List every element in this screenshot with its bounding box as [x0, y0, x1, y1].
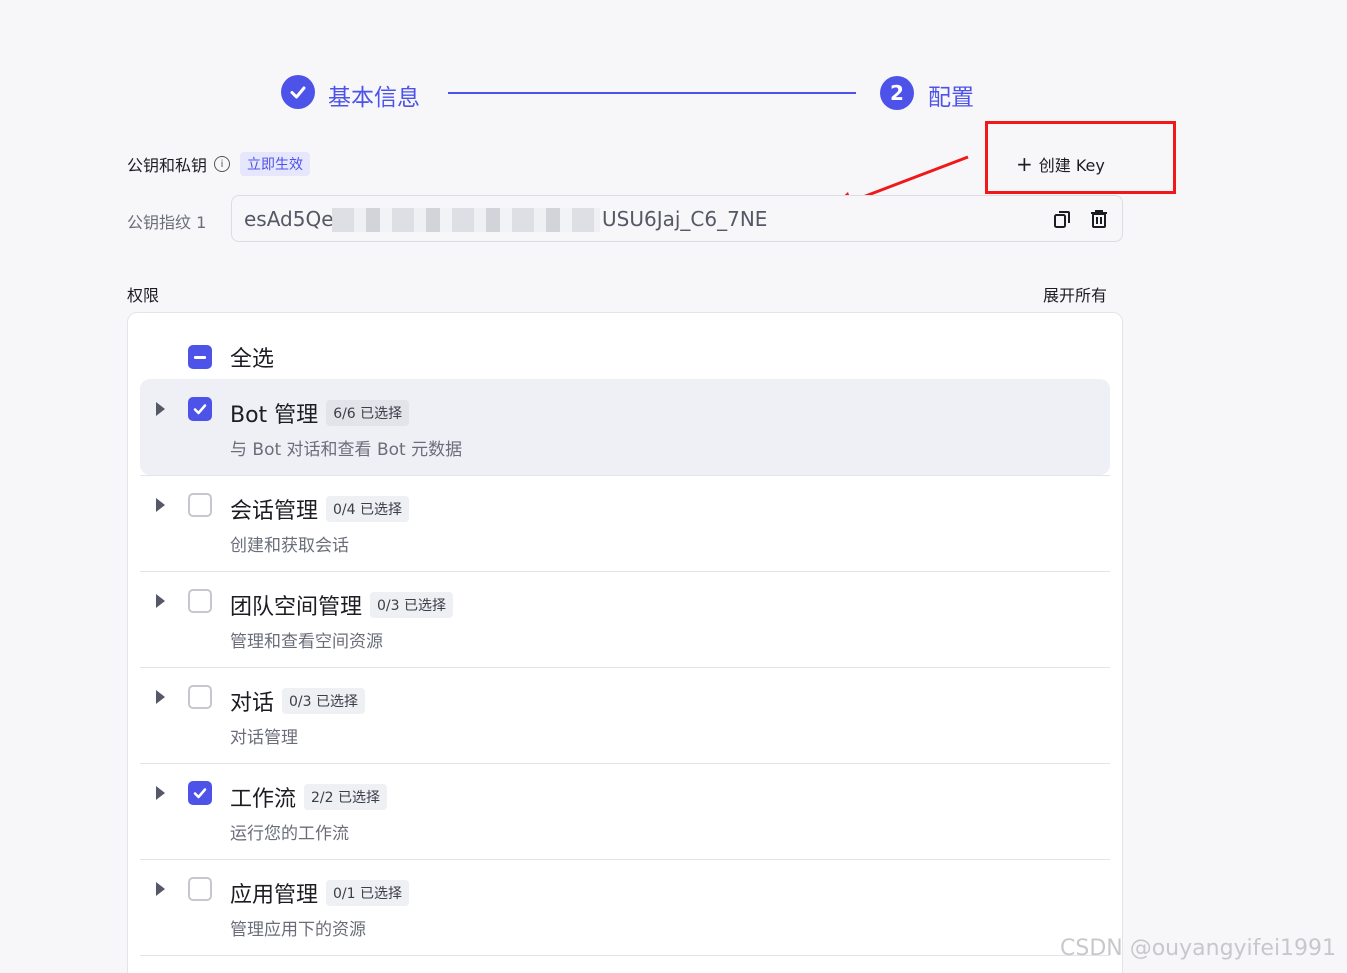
select-all-label: 全选	[230, 347, 275, 372]
step-connector	[448, 92, 856, 94]
row-divider	[140, 955, 1110, 956]
permission-checkbox[interactable]	[188, 493, 212, 517]
permission-description: 与 Bot 对话和查看 Bot 元数据	[230, 440, 463, 460]
caret-right-icon[interactable]	[156, 498, 165, 512]
permission-description: 对话管理	[230, 728, 298, 748]
caret-right-icon[interactable]	[156, 402, 165, 416]
fingerprint-redacted-section	[332, 208, 600, 232]
permission-count-badge: 2/2 已选择	[304, 784, 387, 810]
permission-count-badge: 6/6 已选择	[326, 400, 410, 426]
watermark: CSDN @ouyangyifei1991	[1060, 936, 1337, 961]
fingerprint-field[interactable]: esAd5Qe USU6Jaj_C6_7NE	[231, 195, 1123, 242]
select-all-row[interactable]: 全选	[188, 341, 274, 373]
permission-row-app[interactable]: 应用管理 0/1 已选择 管理应用下的资源	[140, 859, 1110, 956]
permission-row-workflow[interactable]: 工作流 2/2 已选择 运行您的工作流	[140, 763, 1110, 860]
keys-header: 公钥和私钥 i 立即生效	[127, 152, 311, 176]
fingerprint-label: 公钥指纹 1	[127, 213, 207, 232]
expand-all-link[interactable]: 展开所有	[1043, 282, 1107, 306]
permission-count-badge: 0/3 已选择	[282, 688, 365, 714]
step-number-badge: 2	[880, 76, 914, 110]
step-basic-info-label: 基本信息	[328, 85, 420, 111]
select-all-checkbox[interactable]	[188, 345, 212, 369]
trash-icon[interactable]	[1088, 208, 1110, 230]
permission-checkbox[interactable]	[188, 397, 212, 421]
permissions-card: 全选 Bot 管理 6/6 已选择 与 Bot 对话和查看 Bot 元数据 会话…	[127, 312, 1123, 973]
stepper: 基本信息 2 配置	[280, 74, 980, 114]
step-config-label: 配置	[928, 85, 974, 111]
permission-name: 团队空间管理	[230, 595, 363, 620]
permission-name: 工作流	[230, 787, 297, 812]
caret-right-icon[interactable]	[156, 786, 165, 800]
permission-row-chat[interactable]: 对话 0/3 已选择 对话管理	[140, 667, 1110, 764]
permission-row-bot[interactable]: Bot 管理 6/6 已选择 与 Bot 对话和查看 Bot 元数据	[140, 379, 1110, 476]
permissions-title: 权限	[127, 286, 160, 305]
fingerprint-value-start: esAd5Qe	[244, 207, 334, 231]
fingerprint-value-end: USU6Jaj_C6_7NE	[602, 207, 768, 231]
permission-description: 管理应用下的资源	[230, 920, 366, 940]
permission-checkbox[interactable]	[188, 781, 212, 805]
permission-count-badge: 0/4 已选择	[326, 496, 409, 522]
permission-checkbox[interactable]	[188, 685, 212, 709]
permission-name: 应用管理	[230, 883, 319, 908]
check-circle-icon	[281, 75, 315, 109]
permission-row-workspace[interactable]: 团队空间管理 0/3 已选择 管理和查看空间资源	[140, 571, 1110, 668]
permission-name: 会话管理	[230, 499, 319, 524]
annotation-highlight-box	[985, 121, 1176, 194]
permission-description: 管理和查看空间资源	[230, 632, 383, 652]
keys-title: 公钥和私钥	[127, 156, 208, 175]
info-icon[interactable]: i	[214, 156, 231, 172]
permission-count-badge: 0/3 已选择	[370, 592, 453, 618]
permission-checkbox[interactable]	[188, 589, 212, 613]
permission-count-badge: 0/1 已选择	[326, 880, 409, 906]
permission-name: 对话	[230, 691, 275, 716]
effect-badge: 立即生效	[240, 152, 311, 176]
permission-row-conversation[interactable]: 会话管理 0/4 已选择 创建和获取会话	[140, 475, 1110, 572]
caret-right-icon[interactable]	[156, 594, 165, 608]
caret-right-icon[interactable]	[156, 882, 165, 896]
permission-checkbox[interactable]	[188, 877, 212, 901]
permission-name: Bot 管理	[230, 403, 319, 428]
permission-description: 运行您的工作流	[230, 824, 349, 844]
permission-description: 创建和获取会话	[230, 536, 349, 556]
caret-right-icon[interactable]	[156, 690, 165, 704]
copy-icon[interactable]	[1051, 208, 1073, 230]
